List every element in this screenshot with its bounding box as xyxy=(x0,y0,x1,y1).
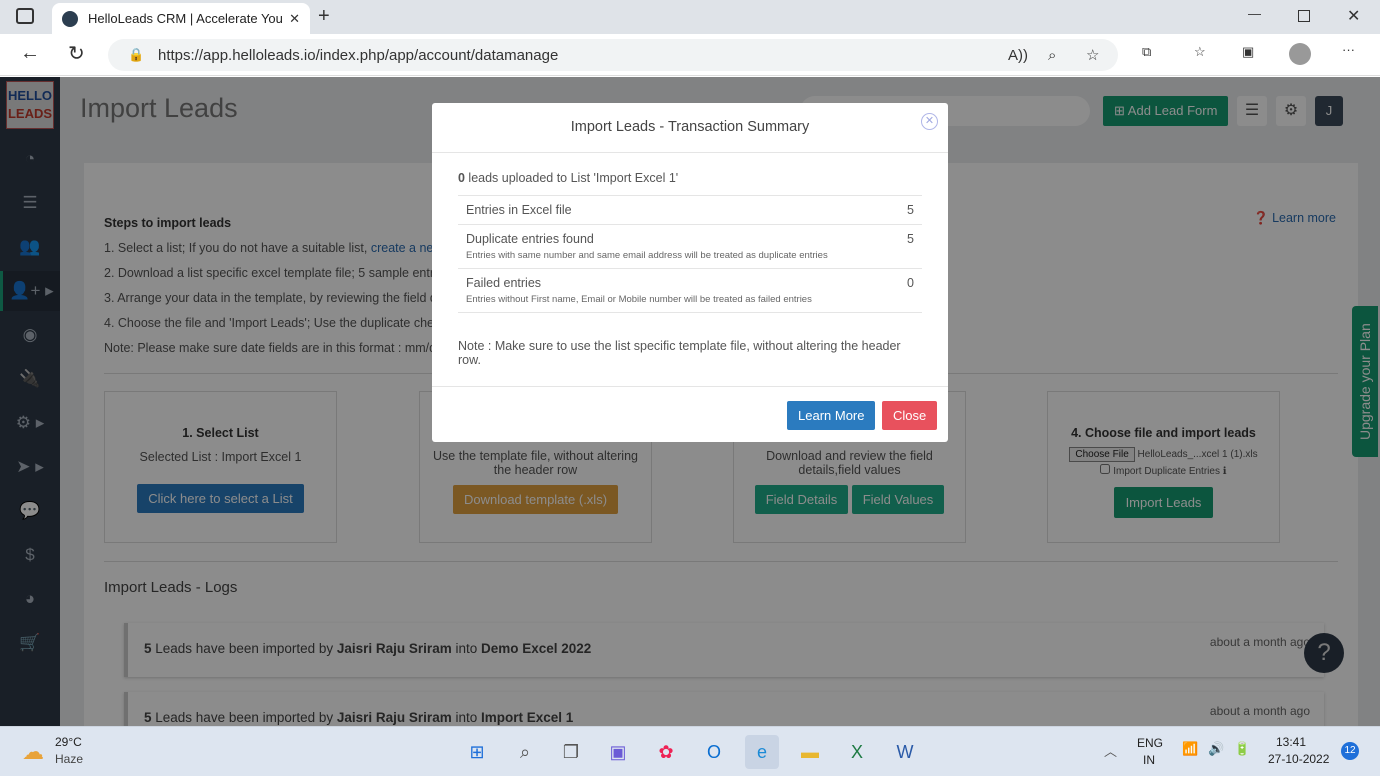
teams-icon[interactable]: ▣ xyxy=(601,735,635,769)
modal-title: Import Leads - Transaction Summary xyxy=(432,103,948,153)
browser-tab[interactable]: HelloLeads CRM | Accelerate You ✕ xyxy=(52,3,310,34)
new-tab-icon[interactable]: + xyxy=(318,5,330,28)
outlook-icon[interactable]: O xyxy=(697,735,731,769)
restore-icon[interactable] xyxy=(1298,10,1310,22)
more-icon[interactable]: ··· xyxy=(1342,42,1355,57)
volume-icon[interactable]: 🔊 xyxy=(1208,741,1224,757)
url-text: https://app.helloleads.io/index.php/app/… xyxy=(158,46,559,64)
tab-title: HelloLeads CRM | Accelerate You xyxy=(88,11,283,26)
url-input[interactable]: 🔒 https://app.helloleads.io/index.php/ap… xyxy=(108,39,1118,71)
close-icon[interactable]: ✕ xyxy=(921,113,938,130)
wifi-icon[interactable]: 📶 xyxy=(1182,741,1198,757)
lock-icon: 🔒 xyxy=(128,47,145,62)
minimize-icon[interactable]: — xyxy=(1248,6,1261,21)
favorite-icon[interactable]: ☆ xyxy=(1086,46,1099,64)
search-icon[interactable]: ⌕ xyxy=(508,735,542,769)
profile-icon[interactable] xyxy=(1289,43,1311,65)
uploaded-summary: 0 leads uploaded to List 'Import Excel 1… xyxy=(458,171,679,185)
favicon-icon xyxy=(62,10,78,27)
edge-icon[interactable]: e xyxy=(745,735,779,769)
word-icon[interactable]: W xyxy=(888,735,922,769)
excel-icon[interactable]: X xyxy=(840,735,874,769)
extensions-icon[interactable]: ⧉ xyxy=(1142,44,1151,60)
region[interactable]: IN xyxy=(1143,753,1155,767)
weather-text: Haze xyxy=(55,752,84,766)
collections-icon[interactable]: ▣ xyxy=(1242,44,1254,60)
modal-note: Note : Make sure to use the list specifi… xyxy=(458,339,901,367)
weather-icon: ☁ xyxy=(22,739,44,764)
battery-icon[interactable]: 🔋 xyxy=(1234,741,1250,757)
file-explorer-icon[interactable]: ▬ xyxy=(793,735,827,769)
tab-actions-icon[interactable] xyxy=(16,8,34,24)
close-button[interactable]: Close xyxy=(882,401,938,430)
taskbar: ☁ 29°C Haze ⊞ ⌕ ❐ ▣ ✿ O e ▬ X W ︿ ENG IN… xyxy=(0,726,1380,776)
language[interactable]: ENG xyxy=(1137,736,1163,750)
clock-time[interactable]: 13:41 xyxy=(1276,735,1306,749)
notification-badge[interactable]: 12 xyxy=(1341,742,1359,760)
back-icon[interactable]: ← xyxy=(20,42,40,65)
learn-more-button[interactable]: Learn More xyxy=(787,401,876,430)
modal-footer: Learn More Close xyxy=(432,386,948,442)
transaction-summary-modal: Import Leads - Transaction Summary ✕ 0 l… xyxy=(432,103,948,442)
read-aloud-icon[interactable]: A)) xyxy=(1008,47,1028,64)
favorites-icon[interactable]: ☆ xyxy=(1194,44,1206,60)
temperature: 29°C xyxy=(55,735,82,749)
summary-row: Failed entries 0 Entries without First nam… xyxy=(458,268,922,313)
clock-date[interactable]: 27-10-2022 xyxy=(1268,752,1329,766)
task-view-icon[interactable]: ❐ xyxy=(554,735,588,769)
tab-close-icon[interactable]: ✕ xyxy=(289,11,300,27)
start-icon[interactable]: ⊞ xyxy=(460,735,494,769)
refresh-icon[interactable]: ↻ xyxy=(68,41,85,66)
summary-row: Entries in Excel file 5 xyxy=(458,195,922,224)
close-window-icon[interactable]: ✕ xyxy=(1347,6,1360,26)
zoom-icon[interactable]: ⌕ xyxy=(1048,47,1056,64)
summary-row: Duplicate entries found 5 Entries with sam… xyxy=(458,224,922,268)
app-icon[interactable]: ✿ xyxy=(649,735,683,769)
browser-tab-bar: HelloLeads CRM | Accelerate You ✕ + — ✕ xyxy=(0,0,1380,34)
address-bar-row: ← ↻ 🔒 https://app.helloleads.io/index.ph… xyxy=(0,34,1380,76)
chevron-up-icon[interactable]: ︿ xyxy=(1104,741,1117,760)
